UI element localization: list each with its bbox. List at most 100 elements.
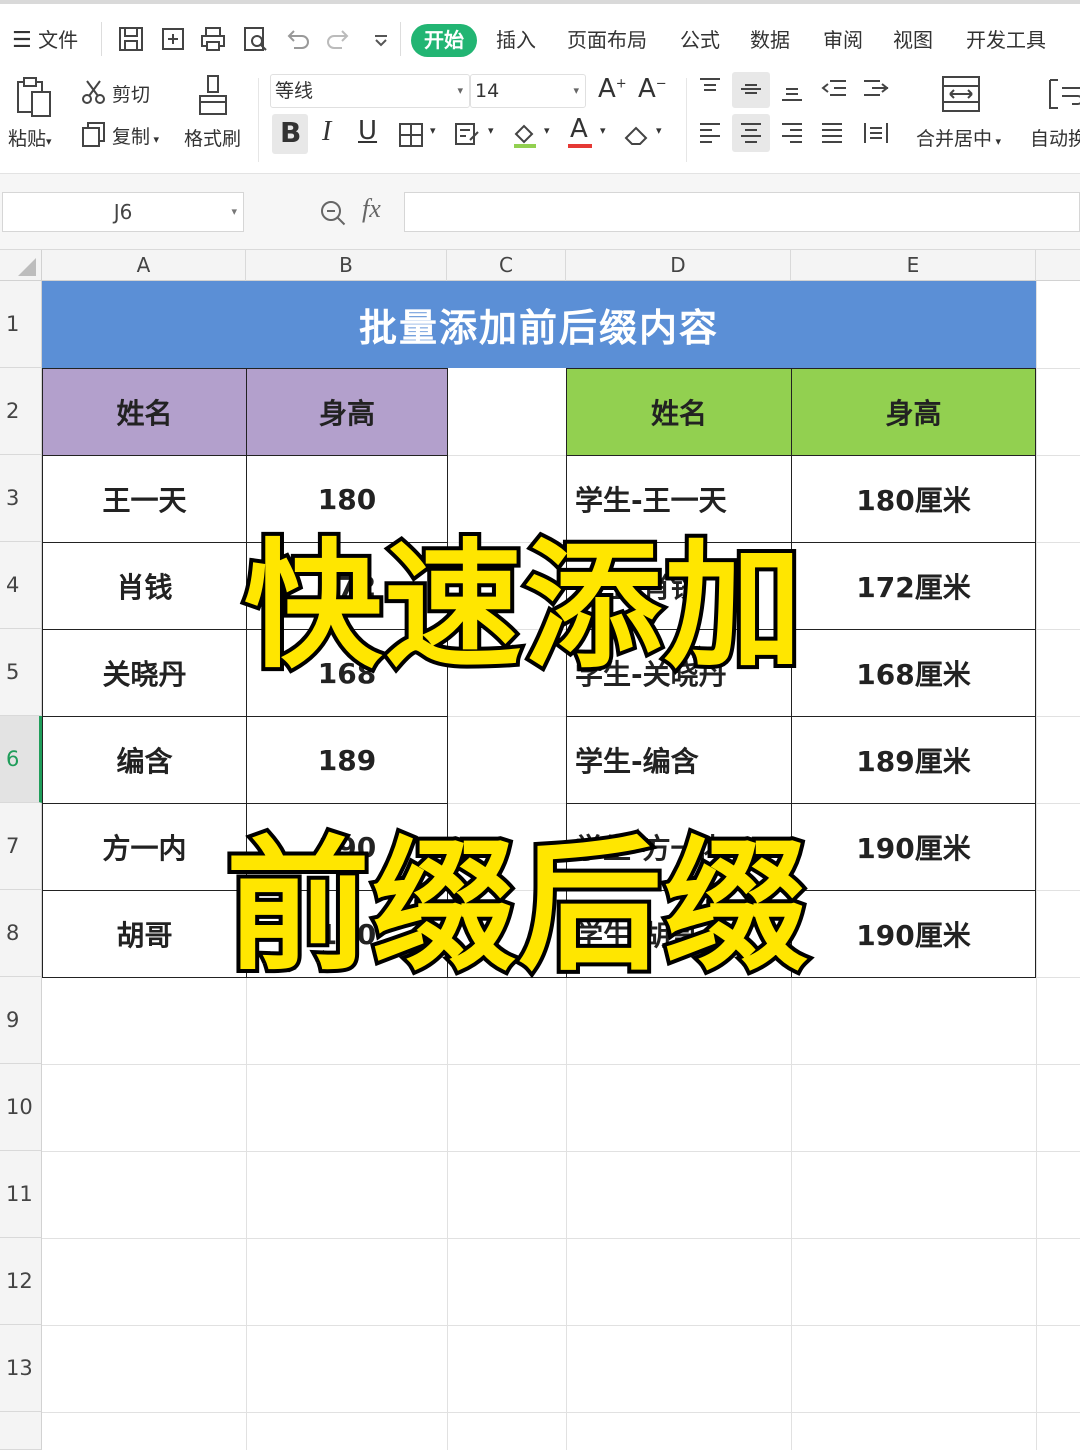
column-header-e[interactable]: E [791, 250, 1036, 281]
divider [686, 78, 687, 162]
row-header[interactable]: 9 [0, 977, 42, 1064]
wrap-text-icon[interactable] [1046, 74, 1080, 114]
copy-button[interactable]: 复制 ▾ [112, 122, 159, 149]
column-header-c[interactable]: C [447, 250, 566, 281]
chevron-down-icon[interactable]: ▾ [544, 124, 550, 137]
table-cell[interactable]: 王一天 [42, 455, 247, 543]
tab-view[interactable]: 视图 [893, 24, 933, 53]
fill-color-icon[interactable] [510, 120, 540, 150]
table-cell[interactable]: 190厘米 [791, 803, 1036, 891]
chevron-down-icon[interactable]: ▾ [656, 124, 662, 137]
print-icon[interactable] [198, 24, 228, 54]
table-cell[interactable]: 关晓丹 [42, 629, 247, 717]
tab-review[interactable]: 审阅 [823, 24, 863, 53]
paste-button[interactable]: 粘贴▾ [8, 124, 52, 151]
tab-formulas[interactable]: 公式 [680, 24, 720, 53]
header-cell-height-right[interactable]: 身高 [791, 368, 1036, 456]
header-cell-name-left[interactable]: 姓名 [42, 368, 247, 456]
column-header-f[interactable] [1036, 250, 1080, 281]
row-header[interactable]: 1 [0, 281, 42, 368]
table-cell[interactable]: 编含 [42, 716, 247, 804]
tab-insert[interactable]: 插入 [496, 24, 536, 53]
header-cell-name-right[interactable]: 姓名 [566, 368, 792, 456]
chevron-down-icon[interactable]: ▾ [488, 124, 494, 137]
file-menu[interactable]: ☰ 文件 [12, 24, 78, 53]
chevron-down-icon[interactable]: ▾ [600, 124, 606, 137]
decrease-indent-icon[interactable] [820, 76, 848, 102]
row-header[interactable] [0, 1412, 42, 1450]
align-bottom-icon[interactable] [780, 76, 804, 102]
increase-indent-icon[interactable] [862, 76, 890, 102]
table-cell[interactable]: 172厘米 [791, 542, 1036, 630]
select-all-corner[interactable] [0, 250, 42, 281]
customize-toolbar-icon[interactable] [366, 24, 396, 54]
row-header[interactable]: 10 [0, 1064, 42, 1151]
align-left-icon[interactable] [698, 120, 722, 146]
redo-icon[interactable] [324, 24, 354, 54]
tab-developer[interactable]: 开发工具 [966, 24, 1046, 53]
bold-icon[interactable]: B [280, 116, 301, 149]
row-header-selected[interactable]: 6 [0, 716, 42, 803]
sheet-title-cell[interactable]: 批量添加前后缀内容 [42, 281, 1036, 368]
cell-style-icon[interactable] [454, 122, 482, 148]
row-header[interactable]: 13 [0, 1325, 42, 1412]
formula-input[interactable] [404, 192, 1080, 232]
italic-icon[interactable]: I [322, 116, 331, 148]
table-cell[interactable]: 190厘米 [791, 890, 1036, 978]
save-icon[interactable] [116, 24, 146, 54]
chevron-down-icon[interactable]: ▾ [430, 124, 436, 137]
column-header-d[interactable]: D [566, 250, 791, 281]
tab-data[interactable]: 数据 [750, 24, 790, 53]
align-top-icon[interactable] [698, 76, 722, 102]
align-center-icon[interactable] [739, 120, 763, 146]
borders-icon[interactable] [398, 122, 424, 148]
tab-page-layout[interactable]: 页面布局 [567, 24, 647, 53]
row-header[interactable]: 5 [0, 629, 42, 716]
format-painter-button[interactable]: 格式刷 [184, 124, 241, 151]
font-name-select[interactable]: 等线 ▾ [270, 74, 470, 108]
table-cell[interactable]: 180厘米 [791, 455, 1036, 543]
align-middle-icon[interactable] [739, 76, 763, 102]
tab-start[interactable]: 开始 [411, 24, 477, 57]
underline-icon[interactable]: U [358, 116, 377, 146]
font-size-select[interactable]: 14 ▾ [470, 74, 586, 108]
row-header[interactable]: 11 [0, 1151, 42, 1238]
name-box[interactable]: J6 ▾ [2, 192, 244, 232]
eraser-icon[interactable] [622, 120, 652, 150]
decrease-font-icon[interactable]: A− [638, 74, 667, 104]
zoom-icon[interactable] [318, 198, 348, 228]
paste-icon[interactable] [14, 76, 54, 118]
header-cell-height-left[interactable]: 身高 [246, 368, 448, 456]
column-header-b[interactable]: B [246, 250, 447, 281]
row-header[interactable]: 7 [0, 803, 42, 890]
undo-icon[interactable] [282, 24, 312, 54]
column-header-a[interactable]: A [42, 250, 246, 281]
merge-center-icon[interactable] [940, 74, 982, 114]
merge-center-button[interactable]: 合并居中 ▾ [916, 124, 1001, 151]
format-painter-icon[interactable] [196, 74, 230, 118]
row-header[interactable]: 2 [0, 368, 42, 455]
justify-icon[interactable] [820, 120, 844, 146]
export-icon[interactable] [158, 24, 188, 54]
align-right-icon[interactable] [780, 120, 804, 146]
distributed-align-icon[interactable] [862, 120, 890, 146]
fx-icon[interactable]: fx [362, 194, 381, 224]
chevron-down-icon: ▾ [992, 135, 1002, 148]
corner-triangle-icon [18, 258, 36, 276]
table-cell[interactable]: 肖钱 [42, 542, 247, 630]
cut-button[interactable]: 剪切 [112, 80, 150, 107]
row-header[interactable]: 3 [0, 455, 42, 542]
row-header[interactable]: 4 [0, 542, 42, 629]
font-color-icon[interactable]: A [570, 114, 588, 144]
print-preview-icon[interactable] [240, 24, 270, 54]
row-header[interactable]: 12 [0, 1238, 42, 1325]
copy-icon[interactable] [80, 120, 108, 148]
table-cell[interactable]: 189厘米 [791, 716, 1036, 804]
table-cell[interactable]: 胡哥 [42, 890, 247, 978]
scissors-icon[interactable] [80, 78, 108, 106]
increase-font-icon[interactable]: A+ [598, 74, 627, 104]
row-header[interactable]: 8 [0, 890, 42, 977]
table-cell[interactable]: 168厘米 [791, 629, 1036, 717]
wrap-text-button[interactable]: 自动换 [1030, 124, 1080, 151]
table-cell[interactable]: 方一内 [42, 803, 247, 891]
